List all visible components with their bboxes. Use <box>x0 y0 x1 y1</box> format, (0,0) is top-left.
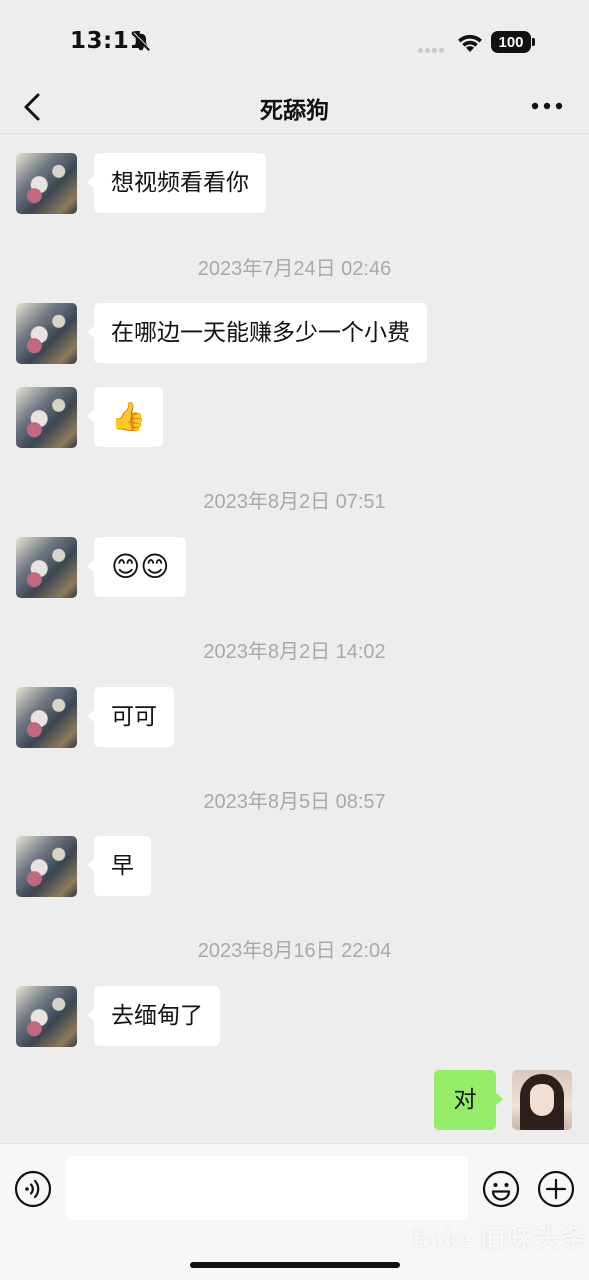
chat-header: 死舔狗 <box>0 80 589 134</box>
voice-input-icon[interactable] <box>14 1170 52 1208</box>
self-avatar[interactable] <box>512 1070 572 1130</box>
contact-avatar[interactable] <box>16 387 77 448</box>
outgoing-message-bubble[interactable]: 对 <box>434 1070 503 1130</box>
more-options-icon[interactable] <box>530 94 564 118</box>
message-bubble[interactable]: 在哪边一天能赚多少一个小费 <box>87 303 427 363</box>
chat-title: 死舔狗 <box>260 98 329 124</box>
input-bar <box>0 1143 589 1280</box>
contact-avatar[interactable] <box>16 153 77 214</box>
cellular-signal-icon <box>418 38 446 57</box>
watermark: Boke 旧味头条 <box>412 1224 588 1253</box>
smile-emoji-bubble[interactable]: 😊😊 <box>86 537 187 597</box>
message-timestamp: 2023年8月16日 22:04 <box>197 940 392 962</box>
message-input[interactable] <box>66 1156 468 1220</box>
message-timestamp: 2023年8月2日 14:02 <box>203 641 386 663</box>
home-indicator[interactable] <box>190 1262 400 1268</box>
message-bubble[interactable]: 可可 <box>87 687 174 747</box>
battery-cap <box>532 38 535 46</box>
status-bar: 13:11 100 <box>0 0 589 80</box>
message-timestamp: 2023年8月2日 07:51 <box>203 491 386 513</box>
battery-level: 100 <box>491 31 531 53</box>
message-timestamp: 2023年7月24日 02:46 <box>197 258 392 280</box>
contact-avatar[interactable] <box>16 687 77 748</box>
contact-avatar[interactable] <box>16 303 77 364</box>
plus-icon[interactable] <box>537 1170 575 1208</box>
contact-avatar[interactable] <box>16 836 77 897</box>
message-timestamp: 2023年8月5日 08:57 <box>203 791 386 813</box>
contact-avatar[interactable] <box>16 537 77 598</box>
message-bubble[interactable]: 去缅甸了 <box>87 986 220 1046</box>
contact-avatar[interactable] <box>16 986 77 1047</box>
avatar-face <box>530 1084 554 1116</box>
message-bubble[interactable]: 想视频看看你 <box>87 153 266 213</box>
wifi-icon <box>458 34 482 52</box>
emoji-icon[interactable] <box>482 1170 520 1208</box>
message-bubble[interactable]: 早 <box>87 836 151 896</box>
bell-muted-icon <box>131 32 151 52</box>
battery-indicator: 100 <box>491 31 535 53</box>
thumbs-up-emoji-bubble[interactable]: 👍 <box>87 387 163 447</box>
